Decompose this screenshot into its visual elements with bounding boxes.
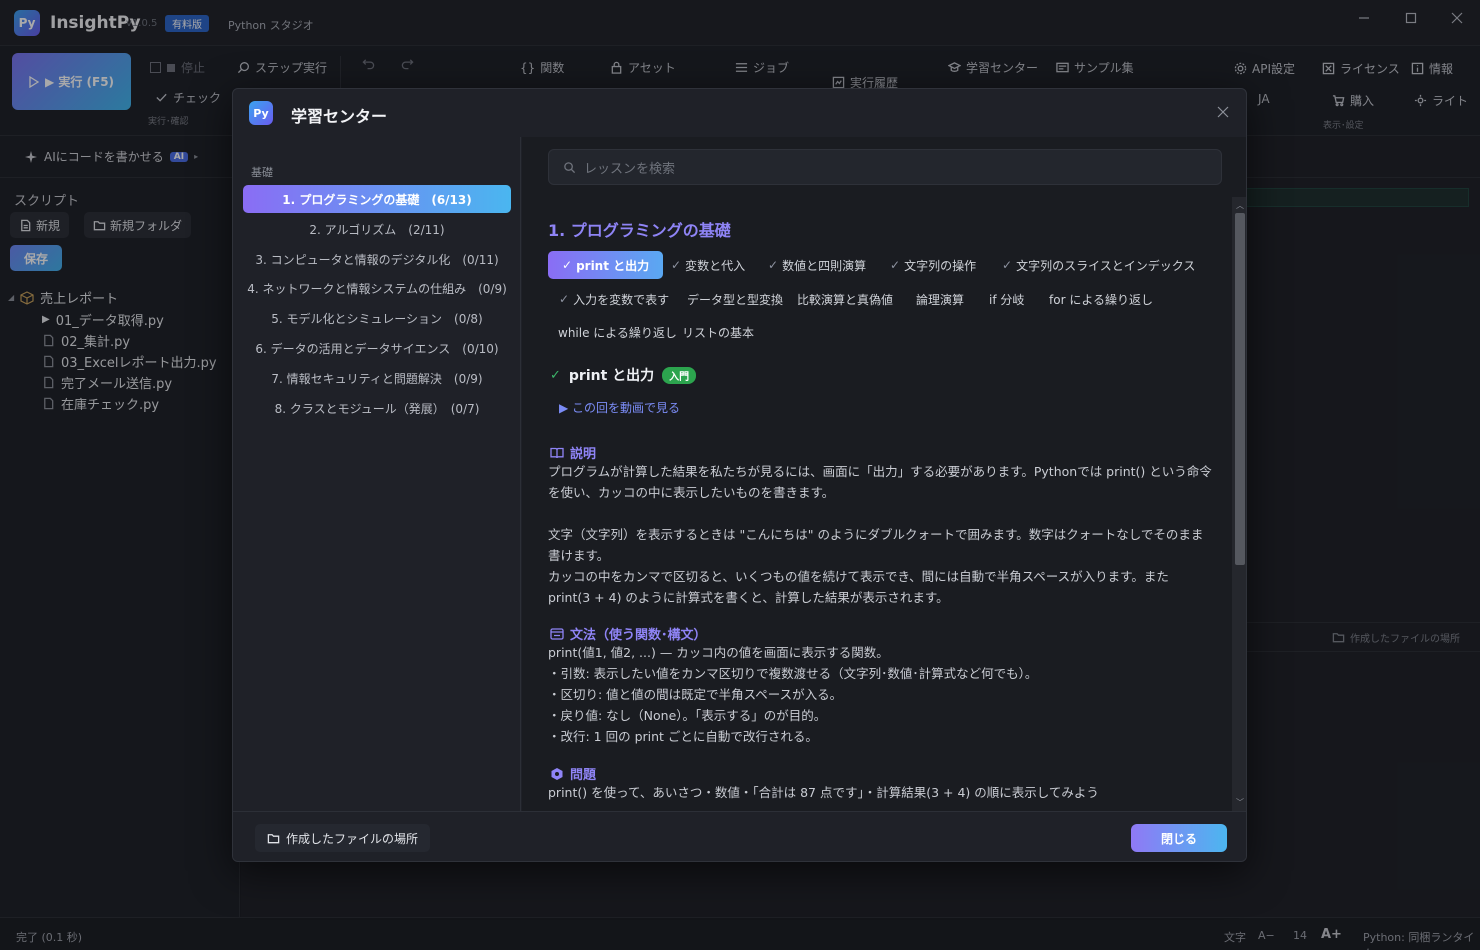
topic-label: データ型と型変換 bbox=[687, 292, 784, 307]
lesson-search-input[interactable]: レッスンを検索 bbox=[548, 149, 1222, 185]
lesson-item[interactable]: 6. データの活用とデータサイエンス (0/10) bbox=[243, 334, 511, 362]
topic-chip[interactable]: ✓ 文字列のスライスとインデックス bbox=[1002, 251, 1195, 279]
dialog-close-x-button[interactable] bbox=[1217, 106, 1229, 118]
syntax-head-label: 文法（使う関数･構文） bbox=[570, 628, 707, 643]
lesson-item[interactable]: 5. モデル化とシミュレーション (0/8) bbox=[243, 304, 511, 332]
lesson-item[interactable]: 1. プログラミングの基礎 (6/13) bbox=[243, 185, 511, 213]
check-icon: ✓ bbox=[768, 258, 779, 272]
syntax-line: ・引数: 表示したい値をカンマ区切りで複数渡せる（文字列･数値･計算式など何でも… bbox=[548, 666, 1038, 681]
problem-head-label: 問題 bbox=[570, 768, 597, 783]
topic-label: 入力を変数で表す bbox=[573, 292, 670, 307]
lesson-item[interactable]: 2. アルゴリズム (2/11) bbox=[243, 215, 511, 243]
code-block-icon bbox=[550, 627, 564, 640]
scroll-down-icon[interactable]: ﹀ bbox=[1236, 797, 1244, 808]
check-icon: ✓ bbox=[550, 367, 561, 383]
search-placeholder: レッスンを検索 bbox=[584, 161, 676, 177]
scroll-up-icon[interactable]: ︿ bbox=[1236, 200, 1244, 211]
topic-chip[interactable]: ✓ 数値と四則演算 bbox=[768, 251, 866, 279]
topic-label: 文字列のスライスとインデックス bbox=[1016, 258, 1196, 273]
lesson-heading: ✓ print と出力 入門 bbox=[550, 365, 697, 385]
syntax-line: ・区切り: 値と値の間は既定で半角スペースが入る。 bbox=[548, 687, 843, 702]
topic-chip[interactable]: ✓ print と出力 bbox=[548, 251, 664, 279]
dialog-header: Py 学習センター bbox=[233, 89, 1246, 137]
close-button[interactable]: 閉じる bbox=[1131, 824, 1227, 852]
syntax-heading: 文法（使う関数･構文） bbox=[550, 624, 707, 643]
topic-chip[interactable]: ✓ 文字列の操作 bbox=[890, 251, 976, 279]
level-badge: 入門 bbox=[662, 366, 697, 384]
puzzle-icon bbox=[551, 767, 563, 780]
topic-label: for による繰り返し bbox=[1049, 292, 1153, 307]
topic-chip[interactable]: データ型と型変換 bbox=[687, 285, 783, 313]
lesson-item[interactable]: 4. ネットワークと情報システムの仕組み (0/9) bbox=[243, 274, 511, 302]
explain-heading: 説明 bbox=[550, 443, 596, 462]
topic-chip[interactable]: while による繰り返し bbox=[558, 318, 677, 346]
lesson-content: 1. プログラミングの基礎 ✓ print と出力 ✓ 変数と代入 ✓ 数値と四… bbox=[522, 197, 1232, 811]
files-location-button[interactable]: 作成したファイルの場所 bbox=[255, 824, 431, 852]
book-icon bbox=[550, 447, 564, 458]
lesson-item[interactable]: 7. 情報セキュリティと問題解決 (0/9) bbox=[243, 364, 511, 392]
topic-chip[interactable]: リストの基本 bbox=[682, 318, 754, 346]
topic-label: 文字列の操作 bbox=[904, 258, 977, 273]
section-title: 1. プログラミングの基礎 bbox=[548, 221, 731, 240]
check-icon: ✓ bbox=[1002, 258, 1013, 272]
dialog-title: 学習センター bbox=[291, 107, 388, 126]
topic-label: リストの基本 bbox=[682, 325, 755, 340]
topic-chip[interactable]: ✓ 変数と代入 bbox=[671, 251, 745, 279]
content-scrollbar[interactable]: ︿ ﹀ bbox=[1232, 197, 1246, 811]
topic-label: while による繰り返し bbox=[558, 325, 677, 340]
check-icon: ✓ bbox=[890, 258, 901, 272]
problem-heading: 問題 bbox=[550, 764, 596, 783]
category-label: 基礎 bbox=[251, 166, 273, 179]
check-icon: ✓ bbox=[671, 258, 682, 272]
topic-chip[interactable]: if 分岐 bbox=[989, 285, 1024, 313]
topic-chip[interactable]: for による繰り返し bbox=[1049, 285, 1153, 313]
syntax-line: print(値1, 値2, ...) — カッコ内の値を画面に表示する関数。 bbox=[548, 645, 889, 660]
check-icon: ✓ bbox=[562, 258, 573, 272]
topic-label: 論理演算 bbox=[916, 292, 965, 307]
explain-paragraph: プログラムが計算した結果を私たちが見るには、画面に「出力」する必要があります。P… bbox=[548, 464, 1212, 500]
scrollbar-thumb[interactable] bbox=[1235, 213, 1245, 565]
topic-label: print と出力 bbox=[576, 258, 650, 273]
lesson-content-panel: レッスンを検索 1. プログラミングの基礎 ✓ print と出力 ✓ 変数と代… bbox=[522, 137, 1246, 811]
close-icon bbox=[1217, 106, 1229, 118]
folder-open-icon bbox=[267, 833, 280, 843]
dialog-logo: Py bbox=[249, 101, 273, 125]
topic-label: if 分岐 bbox=[989, 292, 1025, 307]
lesson-item[interactable]: 3. コンピュータと情報のデジタル化 (0/11) bbox=[243, 245, 511, 273]
topic-label: 変数と代入 bbox=[685, 258, 746, 273]
files-location-label: 作成したファイルの場所 bbox=[286, 831, 419, 846]
learning-center-dialog: Py 学習センター 基礎 1. プログラミングの基礎 (6/13) 2. アルゴ… bbox=[232, 88, 1247, 862]
topic-label: 数値と四則演算 bbox=[782, 258, 867, 273]
search-icon bbox=[564, 161, 576, 173]
topic-label: 比較演算と真偽値 bbox=[797, 292, 894, 307]
lesson-sidebar: 基礎 1. プログラミングの基礎 (6/13) 2. アルゴリズム (2/11)… bbox=[233, 137, 521, 811]
problem-text: print() を使って、あいさつ・数値・「合計は 87 点です」・計算結果(3… bbox=[548, 785, 1099, 800]
dialog-footer: 作成したファイルの場所 閉じる bbox=[233, 811, 1246, 861]
topic-chip[interactable]: 論理演算 bbox=[916, 285, 964, 313]
video-link[interactable]: ▶ この回を動画で見る bbox=[559, 399, 680, 416]
lesson-title: print と出力 bbox=[568, 368, 655, 384]
syntax-line: ・戻り値: なし（None）。「表示する」のが目的。 bbox=[548, 708, 827, 723]
topic-chip[interactable]: ✓ 入力を変数で表す bbox=[559, 285, 669, 313]
explain-paragraph: カッコの中をカンマで区切ると、いくつもの値を続けて表示でき、間には自動で半角スペ… bbox=[548, 569, 1169, 605]
check-icon: ✓ bbox=[559, 292, 570, 306]
explain-paragraph: 文字（文字列）を表示するときは "こんにちは" のようにダブルクォートで囲みます… bbox=[548, 527, 1204, 563]
topic-chip[interactable]: 比較演算と真偽値 bbox=[797, 285, 893, 313]
lesson-item[interactable]: 8. クラスとモジュール（発展） (0/7) bbox=[243, 394, 511, 422]
explain-head-label: 説明 bbox=[570, 447, 597, 462]
syntax-line: ・改行: 1 回の print ごとに自動で改行される。 bbox=[548, 729, 818, 744]
